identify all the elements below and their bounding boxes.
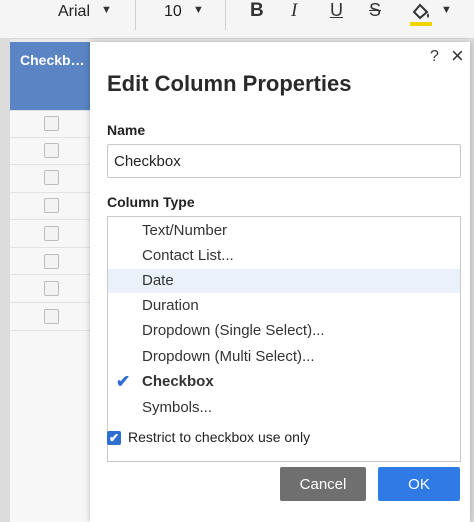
column-type-option[interactable]: Text/Number <box>108 219 460 243</box>
column-type-option-hovered[interactable]: Date <box>108 269 460 293</box>
dialog-title: Edit Column Properties <box>107 71 352 96</box>
column-type-option-selected[interactable]: ✔ Checkbox <box>108 370 460 394</box>
row-number-gutter <box>0 38 10 522</box>
underline-icon[interactable]: U <box>330 0 354 26</box>
restrict-checkbox[interactable]: ✔ <box>107 431 121 445</box>
name-label: Name <box>107 122 146 138</box>
column-type-option-label: Duration <box>142 297 199 314</box>
column-type-option-label: Symbols... <box>142 399 213 416</box>
paint-bucket-icon[interactable] <box>408 0 432 26</box>
toolbar-divider <box>135 0 136 30</box>
column-type-label: Column Type <box>107 194 195 210</box>
column-type-option-label: Contact List... <box>142 247 234 264</box>
row-divider <box>10 302 90 303</box>
column-type-option-label: Dropdown (Single Select)... <box>142 322 325 339</box>
row-divider <box>10 219 90 220</box>
column-type-option[interactable]: Symbols... <box>108 396 460 420</box>
row-divider <box>10 110 90 111</box>
cancel-button[interactable]: Cancel <box>280 467 366 501</box>
column-type-option[interactable]: Dropdown (Single Select)... <box>108 319 460 343</box>
column-type-list: Text/Number Contact List... Date Duratio… <box>107 216 461 462</box>
fill-color-chevron-down-icon[interactable]: ▼ <box>441 4 452 16</box>
column-type-option-label: Checkbox <box>142 373 214 390</box>
toolbar-divider <box>225 0 226 30</box>
row-divider <box>10 192 90 193</box>
row-divider <box>10 274 90 275</box>
cell-checkbox[interactable] <box>44 254 59 269</box>
bold-icon[interactable]: B <box>250 0 274 26</box>
font-size-chevron-down-icon[interactable]: ▼ <box>193 4 204 16</box>
cell-checkbox[interactable] <box>44 116 59 131</box>
column-type-option[interactable]: Duration <box>108 294 460 318</box>
cell-checkbox[interactable] <box>44 226 59 241</box>
row-divider <box>10 164 90 165</box>
formatting-toolbar: Arial ▼ 10 ▼ B I U S ▼ <box>0 0 474 39</box>
sheet-column <box>10 110 90 522</box>
italic-icon[interactable]: I <box>291 0 315 26</box>
sheet-right-edge <box>470 38 474 522</box>
column-name-input[interactable] <box>107 144 461 178</box>
column-type-option-label: Text/Number <box>142 222 228 239</box>
font-name-chevron-down-icon[interactable]: ▼ <box>101 4 112 16</box>
font-name-select[interactable]: Arial <box>58 3 90 21</box>
restrict-checkbox-label[interactable]: Restrict to checkbox use only <box>128 429 310 445</box>
font-size-select[interactable]: 10 <box>164 3 182 21</box>
row-divider <box>10 330 90 331</box>
column-type-option-label: Dropdown (Multi Select)... <box>142 348 315 365</box>
column-type-option[interactable]: Dropdown (Multi Select)... <box>108 345 460 369</box>
close-icon[interactable]: × <box>451 45 464 67</box>
cell-checkbox[interactable] <box>44 309 59 324</box>
cell-checkbox[interactable] <box>44 143 59 158</box>
row-divider <box>10 247 90 248</box>
strikethrough-icon[interactable]: S <box>369 0 393 26</box>
column-type-option-label: Date <box>142 272 174 289</box>
row-divider <box>10 137 90 138</box>
ok-button[interactable]: OK <box>378 467 460 501</box>
cell-checkbox[interactable] <box>44 198 59 213</box>
column-header-checkbox[interactable]: Checkb… <box>10 42 90 110</box>
cell-checkbox[interactable] <box>44 281 59 296</box>
cell-checkbox[interactable] <box>44 170 59 185</box>
help-icon[interactable]: ? <box>430 48 439 66</box>
edit-column-properties-dialog: ? × Edit Column Properties Name Column T… <box>90 42 470 522</box>
checkmark-icon: ✔ <box>116 372 131 391</box>
column-type-option[interactable]: Contact List... <box>108 244 460 268</box>
